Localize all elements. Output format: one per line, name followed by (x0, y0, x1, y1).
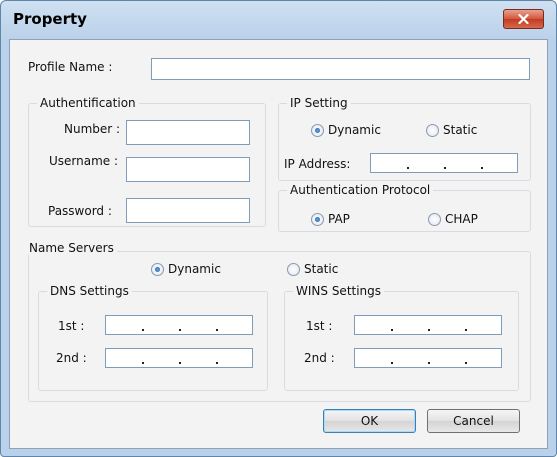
ip-separator-dot (179, 362, 181, 364)
title-bar[interactable]: Property (1, 1, 556, 37)
ok-button[interactable]: OK (323, 409, 416, 433)
window-title: Property (13, 10, 87, 28)
ip-separator-dot (142, 329, 144, 331)
name-servers-group-label: Name Servers (26, 241, 117, 255)
ns-static-label[interactable]: Static (304, 262, 338, 276)
dns-settings-group-label: DNS Settings (47, 284, 132, 298)
ip-separator-dot (481, 167, 483, 169)
ns-dynamic-radio[interactable] (151, 263, 164, 276)
pap-radio[interactable] (311, 213, 324, 226)
ip-separator-dot (428, 362, 430, 364)
ns-dynamic-label[interactable]: Dynamic (168, 262, 221, 276)
chap-label[interactable]: CHAP (445, 212, 478, 226)
ip-setting-group-label: IP Setting (287, 96, 351, 110)
wins-settings-group-label: WINS Settings (293, 284, 385, 298)
profile-name-input[interactable] (151, 58, 530, 80)
ip-static-label[interactable]: Static (443, 123, 477, 137)
number-input[interactable] (126, 120, 250, 145)
number-label: Number : (64, 122, 121, 136)
authentication-protocol-group-label: Authentication Protocol (287, 183, 434, 197)
ip-separator-dot (465, 362, 467, 364)
close-icon (518, 14, 529, 24)
ip-separator-dot (391, 329, 393, 331)
close-button[interactable] (503, 9, 544, 29)
ip-static-radio[interactable] (426, 124, 439, 137)
dns-2nd-input[interactable] (105, 348, 253, 368)
username-input[interactable] (126, 157, 250, 182)
ip-address-label: IP Address: (284, 157, 351, 171)
ip-dynamic-label[interactable]: Dynamic (328, 123, 381, 137)
cancel-button[interactable]: Cancel (427, 409, 520, 433)
ip-separator-dot (407, 167, 409, 169)
ip-separator-dot (444, 167, 446, 169)
dns-settings-group: DNS Settings (38, 284, 268, 391)
dns-1st-label: 1st : (58, 319, 85, 333)
dns-1st-input[interactable] (105, 315, 253, 335)
ip-address-input[interactable] (370, 153, 518, 173)
wins-1st-label: 1st : (306, 319, 333, 333)
ip-separator-dot (391, 362, 393, 364)
wins-settings-group: WINS Settings (284, 284, 519, 391)
password-input[interactable] (126, 198, 250, 223)
username-label: Username : (49, 154, 119, 168)
ip-separator-dot (216, 362, 218, 364)
ip-separator-dot (465, 329, 467, 331)
ip-dynamic-radio[interactable] (311, 124, 324, 137)
dialog-content: Profile Name : Authentification Number :… (9, 39, 548, 449)
pap-label[interactable]: PAP (328, 212, 350, 226)
property-dialog: Property Profile Name : Authentification… (0, 0, 557, 457)
authentification-group-label: Authentification (37, 96, 139, 110)
ip-separator-dot (179, 329, 181, 331)
ip-separator-dot (216, 329, 218, 331)
chap-radio[interactable] (428, 213, 441, 226)
dns-2nd-label: 2nd : (56, 351, 87, 365)
password-label: Password : (48, 204, 112, 218)
profile-name-label: Profile Name : (28, 60, 113, 74)
ns-static-radio[interactable] (287, 263, 300, 276)
wins-2nd-input[interactable] (354, 348, 502, 368)
ip-separator-dot (142, 362, 144, 364)
ip-separator-dot (428, 329, 430, 331)
wins-2nd-label: 2nd : (304, 351, 335, 365)
wins-1st-input[interactable] (354, 315, 502, 335)
